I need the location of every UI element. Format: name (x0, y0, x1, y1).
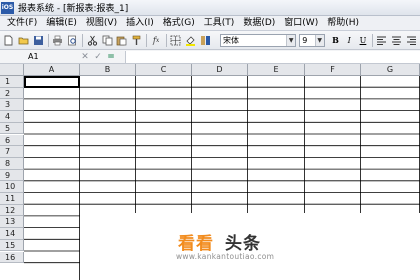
row-header-7[interactable]: 7 (0, 146, 24, 158)
row-header-9[interactable]: 9 (0, 169, 24, 182)
new-file-icon[interactable] (3, 34, 15, 46)
confirm-icon[interactable]: ✓ (93, 51, 103, 63)
menu-file[interactable]: 文件(F) (0, 16, 41, 30)
menu-window[interactable]: 窗口(W) (279, 16, 322, 30)
paste-icon[interactable] (116, 34, 128, 46)
column-header-b[interactable]: B (80, 64, 136, 76)
menu-insert[interactable]: 插入(I) (121, 16, 158, 30)
watermark-brand-orange: 看看 (178, 234, 214, 254)
cell-name-box[interactable]: A1 (0, 51, 80, 63)
toolbar: fx 宋体 ▼ 9 ▼ B I U (0, 31, 420, 50)
open-folder-icon[interactable] (18, 34, 30, 46)
selected-cell-a1[interactable] (24, 76, 80, 88)
print-icon[interactable] (52, 34, 64, 46)
toolbar-divider (82, 33, 84, 47)
font-color-icon[interactable] (199, 34, 211, 46)
fill-color-icon[interactable] (185, 34, 197, 46)
function-icon[interactable]: fx (150, 34, 162, 46)
column-header-a[interactable]: A (24, 64, 80, 76)
row-header-6[interactable]: 6 (0, 134, 24, 147)
menu-bar: 文件(F) 编辑(E) 视图(V) 插入(I) 格式(G) 工具(T) 数据(D… (0, 16, 420, 31)
toolbar-divider (48, 33, 50, 47)
window-title: 报表系统 - [新报表:报表_1] (18, 4, 129, 14)
menu-help[interactable]: 帮助(H) (322, 16, 363, 30)
underline-button[interactable]: U (357, 34, 369, 47)
font-size-select[interactable]: 9 ▼ (299, 33, 325, 47)
menu-data[interactable]: 数据(D) (238, 16, 279, 30)
bold-button[interactable]: B (330, 34, 342, 47)
row-header-16[interactable]: 16 (0, 251, 24, 264)
align-center-icon[interactable] (390, 34, 402, 46)
row-header-3[interactable]: 3 (0, 99, 24, 112)
menu-view[interactable]: 视图(V) (81, 16, 121, 30)
copy-icon[interactable] (101, 34, 113, 46)
row-header-1[interactable]: 1 (0, 76, 24, 88)
row-header-8[interactable]: 8 (0, 157, 24, 170)
align-left-icon[interactable] (376, 34, 388, 46)
font-name-value: 宋体 (223, 35, 240, 45)
menu-format[interactable]: 格式(G) (158, 16, 199, 30)
row-header-12[interactable]: 12 (0, 204, 24, 217)
formula-equals-icon[interactable]: = (106, 51, 116, 63)
title-bar: iOS 报表系统 - [新报表:报表_1] (0, 0, 420, 16)
italic-button[interactable]: I (343, 34, 355, 47)
font-name-select[interactable]: 宋体 ▼ (220, 33, 297, 47)
toolbar-divider (371, 33, 373, 47)
print-preview-icon[interactable] (67, 34, 79, 46)
column-header-f[interactable]: F (305, 64, 361, 76)
toolbar-divider (165, 33, 167, 47)
row-header-13[interactable]: 13 (0, 216, 24, 229)
column-header-c[interactable]: C (136, 64, 192, 76)
row-header-5[interactable]: 5 (0, 122, 24, 135)
watermark-url: www.kankantoutiao.com (176, 252, 275, 261)
row-header-10[interactable]: 10 (0, 181, 24, 193)
row-header-15[interactable]: 15 (0, 239, 24, 252)
menu-edit[interactable]: 编辑(E) (41, 16, 81, 30)
chevron-down-icon[interactable]: ▼ (314, 34, 324, 46)
format-painter-icon[interactable] (131, 34, 143, 46)
app-icon: iOS (1, 1, 14, 14)
watermark-brand-dark: 头条 (225, 234, 261, 254)
cancel-icon[interactable]: ✕ (80, 51, 90, 63)
border-icon[interactable] (170, 34, 182, 46)
formula-bar: A1 ✕ ✓ = (0, 50, 420, 64)
font-size-value: 9 (302, 35, 308, 45)
row-header-4[interactable]: 4 (0, 111, 24, 123)
column-header-e[interactable]: E (248, 64, 305, 76)
select-all-corner[interactable] (0, 64, 24, 76)
toolbar-divider (146, 33, 148, 47)
row-header-11[interactable]: 11 (0, 193, 24, 205)
chevron-down-icon[interactable]: ▼ (286, 34, 296, 46)
row-header-2[interactable]: 2 (0, 87, 24, 100)
cut-icon[interactable] (86, 34, 98, 46)
save-icon[interactable] (32, 34, 44, 46)
column-header-d[interactable]: D (192, 64, 248, 76)
column-header-g[interactable]: G (361, 64, 420, 76)
menu-tools[interactable]: 工具(T) (199, 16, 239, 30)
formula-input[interactable] (125, 50, 420, 63)
align-right-icon[interactable] (405, 34, 417, 46)
row-header-14[interactable]: 14 (0, 228, 24, 240)
